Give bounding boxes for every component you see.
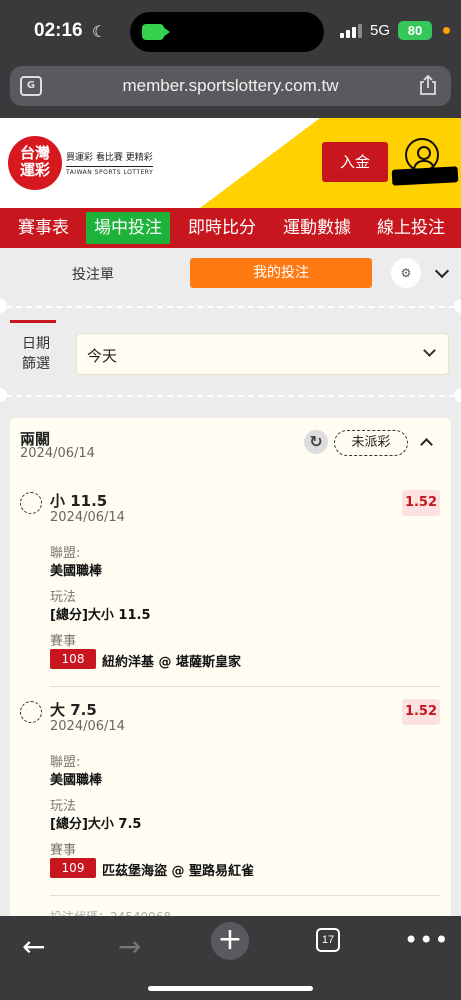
date-filter-section: 日期 篩選 今天	[0, 296, 461, 406]
pending-icon	[20, 492, 42, 514]
more-icon[interactable]: •••	[404, 926, 449, 954]
logo[interactable]: 台灣 運彩	[8, 136, 62, 190]
market-label: 玩法	[50, 590, 77, 605]
back-arrow-icon[interactable]: ←	[22, 930, 45, 963]
share-icon[interactable]	[419, 75, 437, 95]
divider	[6, 395, 455, 397]
event-label: 賽事	[50, 843, 77, 858]
match-name: 紐約洋基 @ 堪薩斯皇家	[102, 655, 242, 670]
home-indicator	[148, 986, 313, 991]
nav-item-online-betting[interactable]: 線上投注	[369, 212, 453, 244]
status-bar: 02:16 ☾ 5G 80	[0, 0, 461, 62]
browser-chrome: 02:16 ☾ 5G 80 G member.sportslottery.com…	[0, 0, 461, 118]
ticket-notch	[454, 388, 461, 402]
network-label: 5G	[370, 22, 391, 39]
address-bar[interactable]: G member.sportslottery.com.tw	[10, 66, 451, 106]
camera-icon	[142, 24, 170, 40]
status-badge: 未派彩	[334, 430, 408, 456]
ticket-notch	[0, 388, 7, 402]
active-indicator	[10, 320, 56, 323]
tab-bet-slip[interactable]: 投注單	[72, 264, 114, 284]
divider	[50, 895, 440, 896]
bet-leg-date: 2024/06/14	[50, 719, 125, 734]
signal-icon	[340, 24, 362, 38]
bet-selection: 小 11.5	[50, 492, 108, 510]
event-label: 賽事	[50, 634, 77, 649]
date-filter-select[interactable]: 今天	[76, 333, 449, 375]
privacy-dot	[443, 27, 450, 34]
divider	[6, 306, 455, 308]
battery-icon: 80	[398, 21, 432, 40]
bet-date: 2024/06/14	[20, 446, 95, 461]
battery-level: 80	[407, 23, 423, 38]
dynamic-island	[130, 12, 324, 52]
league-value: 美國職棒	[50, 564, 103, 579]
main-nav: 賽事表 場中投注 即時比分 運動數據 線上投注	[0, 208, 461, 248]
match-number: 108	[50, 649, 96, 669]
nav-item-sports-data[interactable]: 運動數據	[275, 212, 359, 244]
nav-item-live-betting[interactable]: 場中投注	[86, 212, 170, 244]
ticket-notch	[0, 299, 7, 313]
logo-slogan: 買運彩 看比賽 更精彩 TAIWAN SPORTS LOTTERY	[66, 150, 154, 176]
bet-leg-date: 2024/06/14	[50, 510, 125, 525]
match-name: 匹茲堡海盜 @ 聖路易紅雀	[102, 864, 255, 879]
date-filter-label: 日期 篩選	[22, 336, 50, 372]
match-number: 109	[50, 858, 96, 878]
deposit-button[interactable]: 入金	[322, 142, 388, 182]
nav-item-schedule[interactable]: 賽事表	[10, 212, 77, 244]
forward-arrow-icon[interactable]: →	[118, 930, 141, 963]
moon-icon: ☾	[92, 22, 107, 41]
tab-count-icon[interactable]: 17	[316, 928, 340, 952]
divider	[50, 686, 440, 687]
league-label: 聯盟:	[50, 755, 81, 770]
bet-selection: 大 7.5	[50, 701, 97, 719]
ticket-notch	[454, 299, 461, 313]
browser-toolbar: ← → + 17 •••	[0, 916, 461, 1000]
market-value: [總分]大小 7.5	[50, 817, 142, 832]
refresh-icon[interactable]: ↻	[304, 430, 328, 454]
logo-sub-text: TAIWAN SPORTS LOTTERY	[66, 166, 154, 176]
new-tab-icon[interactable]: +	[211, 922, 249, 960]
league-value: 美國職棒	[50, 773, 103, 788]
tab-my-bets[interactable]: 我的投注	[190, 258, 372, 288]
sub-tabs: 投注單 我的投注 ⚙	[0, 248, 461, 296]
logo-slogan-text: 買運彩 看比賽 更精彩	[66, 153, 153, 163]
chevron-down-icon	[423, 344, 436, 357]
bet-card: 兩關 2024/06/14 ↻ 未派彩 小 11.5 2024/06/14 1.…	[10, 418, 451, 918]
chevron-down-icon[interactable]	[434, 263, 450, 279]
odds-badge: 1.52	[402, 699, 440, 725]
odds-badge: 1.52	[402, 490, 440, 516]
pending-icon	[20, 701, 42, 723]
settings-icon[interactable]: ⚙	[391, 258, 421, 288]
market-label: 玩法	[50, 799, 77, 814]
date-filter-value: 今天	[87, 347, 118, 365]
url-text[interactable]: member.sportslottery.com.tw	[10, 76, 451, 96]
status-time: 02:16	[34, 20, 83, 41]
nav-item-live-scores[interactable]: 即時比分	[180, 212, 264, 244]
market-value: [總分]大小 11.5	[50, 608, 151, 623]
site-header: 台灣 運彩 買運彩 看比賽 更精彩 TAIWAN SPORTS LOTTERY …	[0, 118, 461, 208]
league-label: 聯盟:	[50, 546, 81, 561]
chevron-up-icon[interactable]	[420, 438, 433, 451]
